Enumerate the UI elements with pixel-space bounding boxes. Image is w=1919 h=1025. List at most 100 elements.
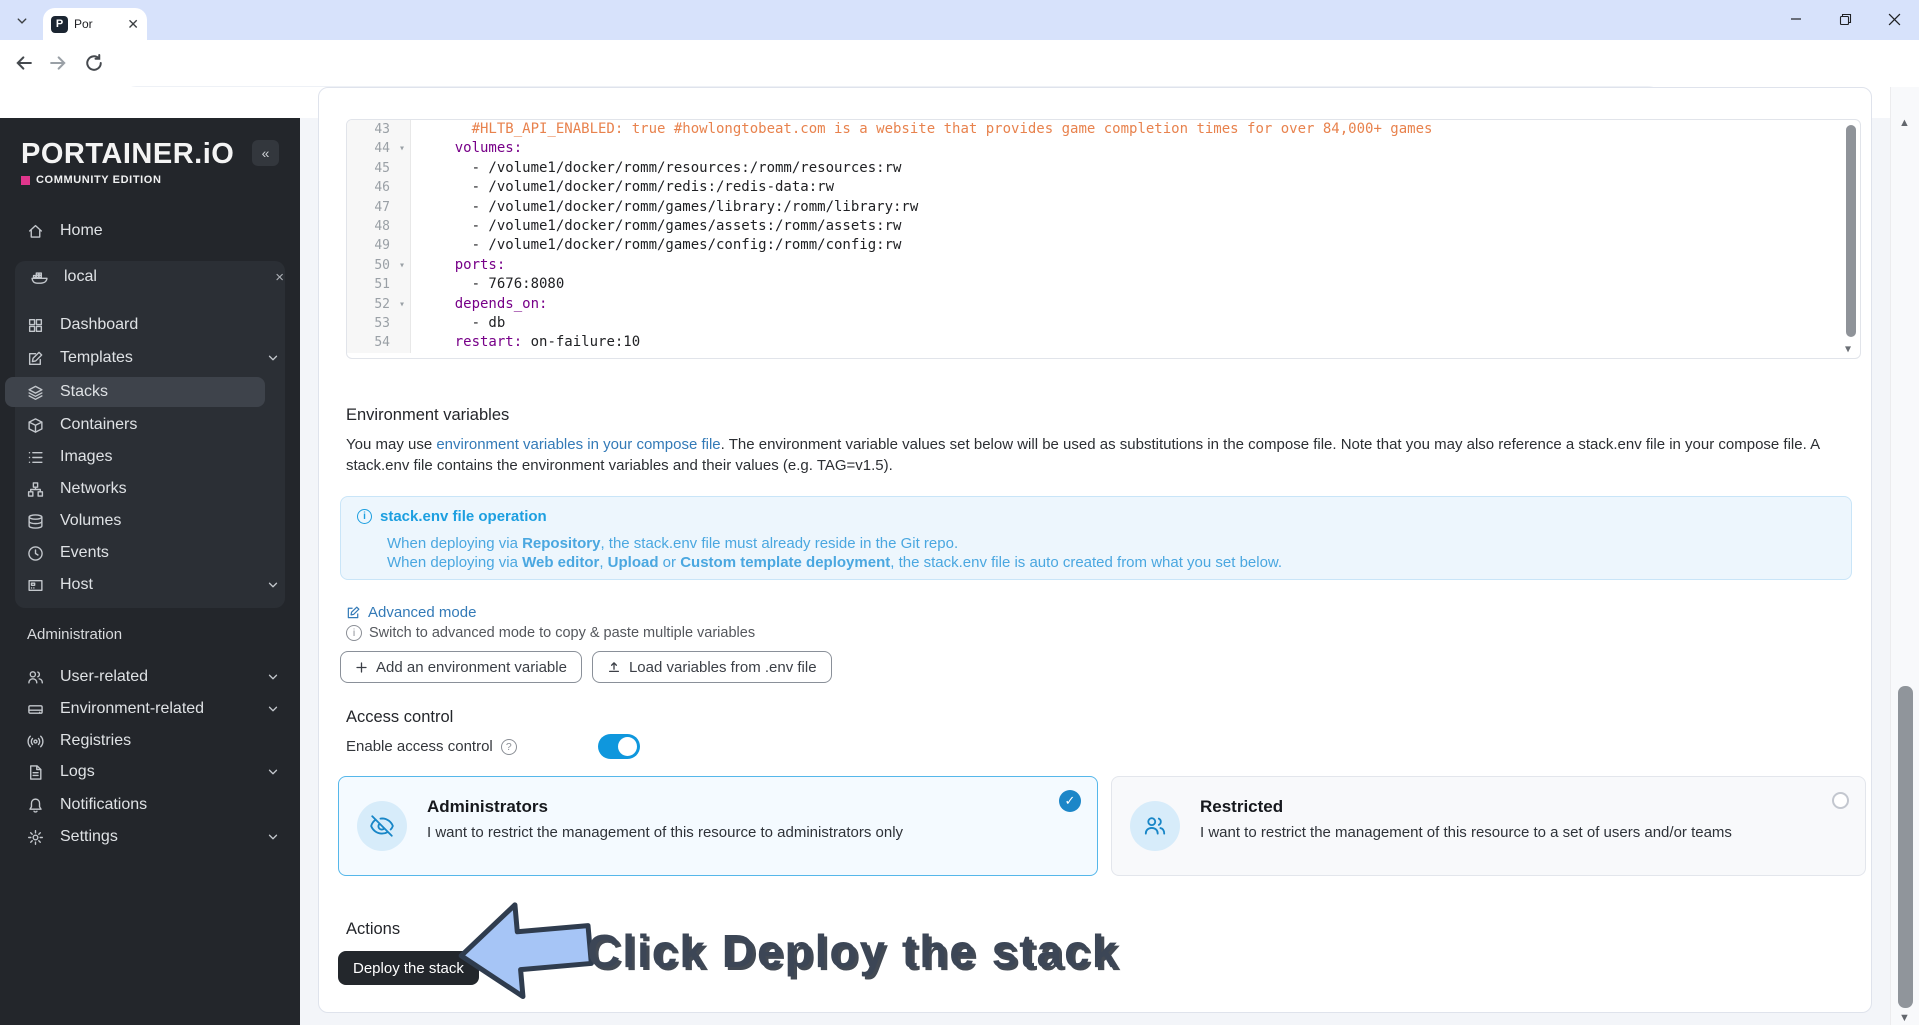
- back-button[interactable]: [14, 53, 36, 75]
- code-line-49: 49 - /volume1/docker/romm/games/config:/…: [347, 236, 1860, 256]
- sidebar-item-images[interactable]: Images: [0, 442, 300, 472]
- sidebar-item-home[interactable]: Home: [0, 216, 300, 246]
- info-icon: i: [357, 509, 372, 524]
- edit-icon: [347, 606, 360, 619]
- containers-icon: [28, 417, 43, 433]
- compose-editor[interactable]: 43 #HLTB_API_ENABLED: true #howlongtobea…: [346, 119, 1861, 359]
- administrators-description: I want to restrict the management of thi…: [427, 824, 904, 841]
- scroll-up-icon[interactable]: ▲: [1899, 117, 1910, 129]
- sidebar-collapse-button[interactable]: «: [252, 140, 279, 166]
- tab-close-icon[interactable]: ✕: [127, 16, 139, 33]
- plus-icon: [356, 661, 367, 673]
- advanced-mode-hint: i Switch to advanced mode to copy & past…: [346, 625, 755, 641]
- code-line-46: 46 - /volume1/docker/romm/redis:/redis-d…: [347, 178, 1860, 198]
- actions-title: Actions: [346, 920, 401, 938]
- restricted-title: Restricted: [1200, 797, 1284, 816]
- radio-unselected[interactable]: [1832, 792, 1849, 809]
- sidebar-item-user-related[interactable]: User-related: [0, 662, 300, 692]
- chevron-down-icon: [268, 706, 278, 712]
- code-line-51: 51 - 7676:8080: [347, 275, 1860, 295]
- restricted-description: I want to restrict the management of thi…: [1200, 824, 1732, 841]
- page-scrollbar[interactable]: ▲ ▼: [1890, 87, 1919, 1025]
- environment-variables-title: Environment variables: [346, 406, 510, 424]
- editor-scroll-down-icon[interactable]: ▼: [1845, 344, 1851, 355]
- templates-icon: [28, 351, 43, 365]
- code-line-52: 52 ▾ depends_on:: [347, 294, 1860, 314]
- access-option-administrators[interactable]: Administrators I want to restrict the ma…: [338, 776, 1098, 876]
- sidebar-item-settings[interactable]: Settings: [0, 822, 300, 852]
- info-line-repository: When deploying via Repository, the stack…: [387, 535, 959, 552]
- sidebar: PORTAINER.iO « COMMUNITY EDITION Home lo…: [0, 118, 300, 1025]
- annotation-text: Click Deploy the stack: [587, 925, 1120, 977]
- compose-env-vars-link[interactable]: environment variables in your compose fi…: [436, 436, 720, 453]
- browser-titlebar: P Por ✕: [0, 0, 1919, 40]
- env-buttons-row: Add an environment variable Load variabl…: [340, 651, 832, 683]
- scroll-down-icon[interactable]: ▼: [1899, 1012, 1910, 1024]
- stack-env-info-box: i stack.env file operation When deployin…: [340, 496, 1852, 580]
- code-lines: 43 #HLTB_API_ENABLED: true #howlongtobea…: [347, 120, 1860, 353]
- sidebar-item-containers[interactable]: Containers: [0, 410, 300, 440]
- chevron-down-icon: [268, 355, 278, 361]
- code-line-47: 47 - /volume1/docker/romm/games/library:…: [347, 197, 1860, 217]
- code-line-53: 53 - db: [347, 313, 1860, 334]
- browser-tab[interactable]: P Por ✕: [43, 8, 147, 40]
- selected-check-icon: ✓: [1059, 790, 1081, 812]
- advanced-mode-link[interactable]: Advanced mode: [346, 604, 476, 621]
- dashboard-icon: [28, 318, 43, 332]
- tab-title: Por: [74, 17, 93, 31]
- add-environment-variable-button[interactable]: Add an environment variable: [340, 651, 582, 683]
- window-restore-button[interactable]: [1822, 0, 1868, 38]
- sidebar-item-templates[interactable]: Templates: [0, 343, 300, 373]
- sidebar-item-logs[interactable]: Logs: [0, 757, 300, 787]
- editor-scrollbar[interactable]: ▼: [1845, 122, 1857, 358]
- events-icon: [28, 545, 43, 561]
- sidebar-item-notifications[interactable]: Notifications: [0, 790, 300, 820]
- code-line-50: 50 ▾ ports:: [347, 255, 1860, 276]
- tab-search-button[interactable]: [10, 9, 34, 33]
- editor-scrollbar-thumb[interactable]: [1846, 125, 1856, 337]
- chevron-down-icon: [268, 674, 278, 680]
- environment-variables-description: You may use environment variables in you…: [346, 436, 1820, 475]
- images-icon: [28, 451, 43, 463]
- administration-label: Administration: [27, 626, 123, 643]
- code-line-44: 44 ▾ volumes:: [347, 139, 1860, 159]
- volumes-icon: [28, 513, 43, 529]
- sidebar-item-environment-related[interactable]: Environment-related: [0, 694, 300, 724]
- gear-icon: [28, 829, 43, 845]
- environment-close-icon[interactable]: ×: [275, 269, 284, 286]
- forward-button[interactable]: [48, 53, 70, 75]
- sidebar-item-volumes[interactable]: Volumes: [0, 506, 300, 536]
- annotation-arrow: [458, 902, 594, 1000]
- access-control-title: Access control: [346, 708, 454, 726]
- enable-access-control-row: Enable access control ?: [346, 738, 517, 755]
- reload-button[interactable]: [84, 53, 106, 75]
- sidebar-item-events[interactable]: Events: [0, 538, 300, 568]
- chevron-down-icon: [268, 834, 278, 840]
- administrators-title: Administrators: [427, 797, 548, 816]
- help-icon[interactable]: ?: [500, 738, 517, 755]
- sidebar-item-stacks[interactable]: Stacks: [0, 377, 300, 407]
- eye-off-icon: [357, 801, 407, 851]
- users-icon: [28, 670, 43, 684]
- page-scrollbar-thumb[interactable]: [1898, 686, 1913, 1008]
- users-icon: [1130, 801, 1180, 851]
- info-line-webeditor: When deploying via Web editor, Upload or…: [387, 554, 1283, 571]
- window-minimize-button[interactable]: [1773, 0, 1819, 38]
- code-line-43: 43 #HLTB_API_ENABLED: true #howlongtobea…: [347, 120, 1860, 140]
- access-control-toggle[interactable]: [598, 734, 640, 759]
- sidebar-item-dashboard[interactable]: Dashboard: [0, 310, 300, 340]
- stacks-icon: [28, 385, 43, 400]
- window-close-button[interactable]: [1871, 0, 1917, 38]
- networks-icon: [27, 481, 44, 497]
- code-line-45: 45 - /volume1/docker/romm/resources:/rom…: [347, 158, 1860, 179]
- main-content: 43 #HLTB_API_ENABLED: true #howlongtobea…: [300, 87, 1890, 1025]
- sidebar-item-networks[interactable]: Networks: [0, 474, 300, 504]
- load-variables-button[interactable]: Load variables from .env file: [591, 651, 832, 683]
- code-line-48: 48 - /volume1/docker/romm/games/assets:/…: [347, 216, 1860, 237]
- sidebar-environment-local[interactable]: local ×: [0, 262, 300, 292]
- access-option-restricted[interactable]: Restricted I want to restrict the manage…: [1111, 776, 1866, 876]
- sidebar-item-registries[interactable]: Registries: [0, 726, 300, 756]
- sidebar-item-host[interactable]: Host: [0, 570, 300, 600]
- code-line-54: 54 restart: on-failure:10: [347, 333, 1860, 353]
- info-icon: i: [346, 625, 362, 641]
